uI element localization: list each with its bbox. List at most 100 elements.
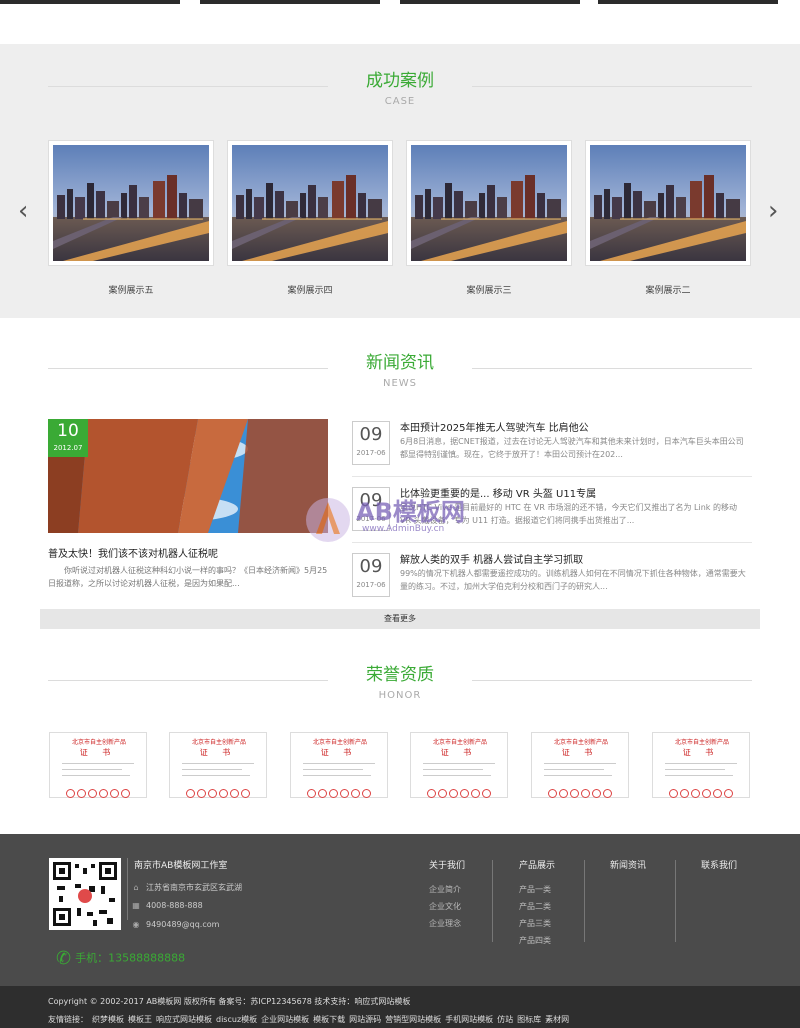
date-box: 09 2017-06 [352, 421, 390, 465]
friend-link[interactable]: 网站源码 [349, 1015, 381, 1024]
divider [352, 476, 752, 477]
certificate-title: 北京市自主创新产品 [432, 739, 487, 746]
divider [48, 368, 328, 369]
text-line [62, 775, 130, 776]
text-line [62, 769, 122, 770]
featured-news-desc: 你听说过对机器人征税这种科幻小说一样的事吗？《日本经济新闻》5月25日报道称，之… [48, 566, 328, 588]
friend-link[interactable]: 图标库 [517, 1015, 541, 1024]
case-caption[interactable]: 案例展示三 [406, 283, 572, 296]
case-card[interactable] [48, 140, 214, 266]
text-line [303, 775, 371, 776]
view-more-button[interactable]: 查看更多 [40, 609, 760, 629]
date-day: 09 [359, 424, 383, 445]
date-badge: 10 2012.07 [48, 419, 88, 457]
friend-link[interactable]: 手机网站模板 [445, 1015, 493, 1024]
case-card[interactable] [406, 140, 572, 266]
case-caption[interactable]: 案例展示四 [227, 283, 393, 296]
case-card[interactable] [227, 140, 393, 266]
city-skyline-image [231, 144, 389, 262]
featured-news-title[interactable]: 普及太快！我们该不该对机器人征税呢 [48, 545, 218, 560]
friend-link[interactable]: 响应式网站模板 [156, 1015, 212, 1024]
chevron-left-icon[interactable]: ‹ [18, 196, 28, 226]
city-skyline-image [589, 144, 747, 262]
certificate-image[interactable]: 北京市自主创新产品证 书 [290, 732, 388, 798]
date-day: 10 [57, 421, 79, 441]
news-summary: 99%的情况下机器人都需要遥控成功的。训练机器人如何在不同情况下抓住各种物体，通… [400, 569, 746, 591]
news-item[interactable]: 09 2017-06 本田预计2025年推无人驾驶汽车 比肩他公 6月8日消息，… [352, 419, 752, 481]
footer-link[interactable]: 企业理念 [429, 915, 465, 932]
footer-column: 新闻资讯 [610, 858, 646, 881]
friend-link[interactable]: discuz模板 [216, 1015, 257, 1024]
section-title: 荣誉资质 [366, 665, 434, 685]
seal-row [66, 783, 132, 802]
section-subtitle: CASE [384, 96, 416, 107]
news-item[interactable]: 09 2017-06 解放人类的双手 机器人尝试自主学习抓取 99%的情况下机器… [352, 551, 752, 613]
fax-icon: ▦ [132, 901, 140, 910]
friend-link[interactable]: 素材网 [545, 1015, 569, 1024]
text-line [544, 769, 604, 770]
certificate-image[interactable]: 北京市自主创新产品证 书 [169, 732, 267, 798]
divider [675, 860, 676, 942]
footer-link[interactable]: 产品二类 [519, 898, 555, 915]
section-subtitle: HONOR [378, 690, 422, 701]
certificate-title: 北京市自主创新产品 [553, 739, 608, 746]
certificate-image[interactable]: 北京市自主创新产品证 书 [652, 732, 750, 798]
certificate-word: 证 书 [440, 748, 478, 757]
footer-link[interactable]: 产品四类 [519, 932, 555, 949]
footer-link[interactable]: 产品一类 [519, 881, 555, 898]
footer-link[interactable]: 企业文化 [429, 898, 465, 915]
friend-link[interactable]: 织梦模板 [92, 1015, 124, 1024]
image-bottom-edge [200, 0, 380, 4]
text-line [665, 769, 725, 770]
footer-column-heading[interactable]: 联系我们 [701, 858, 737, 871]
date-day: 09 [359, 556, 383, 577]
date-month: 2017-06 [356, 581, 386, 589]
certificate-title: 北京市自主创新产品 [312, 739, 367, 746]
footer-link[interactable]: 产品三类 [519, 915, 555, 932]
certificate-image[interactable]: 北京市自主创新产品证 书 [531, 732, 629, 798]
text-line [303, 769, 363, 770]
news-title[interactable]: 解放人类的双手 机器人尝试自主学习抓取 [400, 551, 583, 566]
text-line [62, 763, 134, 764]
text-line [182, 775, 250, 776]
divider [492, 860, 493, 942]
case-caption[interactable]: 案例展示二 [585, 283, 751, 296]
city-skyline-image [52, 144, 210, 262]
case-heading: 成功案例 CASE [0, 70, 800, 107]
footer-column-heading[interactable]: 产品展示 [519, 858, 555, 871]
bottom-bar: Copyright © 2002-2017 AB模板网 版权所有 备案号：苏IC… [0, 986, 800, 1028]
text-line [423, 775, 491, 776]
tel-text: 4008-888-888 [146, 901, 203, 910]
image-bottom-edge [400, 0, 580, 4]
text-line [182, 769, 242, 770]
friend-link[interactable]: 营销型网站模板 [385, 1015, 441, 1024]
case-card[interactable] [585, 140, 751, 266]
certificate-image[interactable]: 北京市自主创新产品证 书 [49, 732, 147, 798]
certificate-image[interactable]: 北京市自主创新产品证 书 [410, 732, 508, 798]
friend-link[interactable]: 模板王 [128, 1015, 152, 1024]
certificate-word: 证 书 [320, 748, 358, 757]
friend-link[interactable]: 模板下载 [313, 1015, 345, 1024]
certificate-word: 证 书 [561, 748, 599, 757]
date-box: 09 2017-06 [352, 553, 390, 597]
friend-link[interactable]: 企业网站模板 [261, 1015, 309, 1024]
tel-row: ▦ 4008-888-888 [130, 901, 203, 910]
qr-code-image [49, 858, 121, 930]
certificate-title: 北京市自主创新产品 [191, 739, 246, 746]
footer-column-heading[interactable]: 关于我们 [429, 858, 465, 871]
certificate-word: 证 书 [79, 748, 117, 757]
text-line [544, 775, 612, 776]
divider [48, 680, 328, 681]
featured-news-image[interactable]: 10 2012.07 [48, 419, 328, 533]
footer-column-heading[interactable]: 新闻资讯 [610, 858, 646, 871]
company-name: 南京市AB模板网工作室 [134, 861, 228, 871]
image-bottom-edge [598, 0, 778, 4]
mobile-text: 手机：13588888888 [75, 951, 186, 965]
news-title[interactable]: 本田预计2025年推无人驾驶汽车 比肩他公 [400, 419, 589, 434]
chevron-right-icon[interactable]: › [768, 196, 778, 226]
friend-link[interactable]: 仿站 [497, 1015, 513, 1024]
case-caption[interactable]: 案例展示五 [48, 283, 214, 296]
footer-link[interactable]: 企业简介 [429, 881, 465, 898]
previous-section-strip [0, 0, 800, 44]
copyright-text: Copyright © 2002-2017 AB模板网 版权所有 备案号：苏IC… [48, 997, 411, 1006]
